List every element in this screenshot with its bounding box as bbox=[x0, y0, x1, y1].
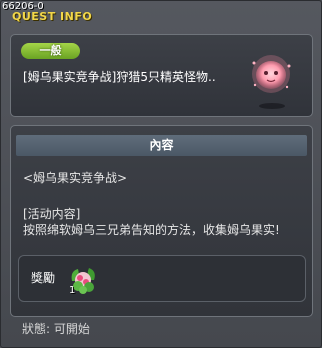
reward-quantity: 1 bbox=[69, 285, 76, 296]
quest-name: [姆乌果实竞争战]狩猎5只精英怪物.. bbox=[23, 70, 216, 84]
content-line: 按照绵软姆乌三兄弟告知的方法，收集姆乌果实! bbox=[23, 223, 280, 237]
quest-summary-panel: 一般 [姆乌果实竞争战]狩猎5只精英怪物.. bbox=[10, 34, 313, 117]
reward-label: 獎勵 bbox=[31, 271, 56, 285]
quest-content-panel: 內容 <姆乌果实竞争战> [活动内容] 按照绵软姆乌三兄弟告知的方法，收集姆乌果… bbox=[10, 125, 313, 317]
content-section-header: 內容 bbox=[16, 135, 307, 156]
quest-info-window: 66206-0 QUEST INFO 一般 [姆乌果实竞争战]狩猎5只精英怪物.… bbox=[0, 0, 322, 348]
content-line: <姆乌果实竞争战> bbox=[23, 171, 128, 185]
pink-slime-monster-icon bbox=[246, 52, 296, 116]
window-title: QUEST INFO bbox=[12, 10, 93, 23]
reward-item-slot[interactable]: 1 bbox=[66, 263, 100, 297]
content-line: [活动内容] bbox=[23, 207, 81, 221]
quest-category-badge: 一般 bbox=[21, 43, 80, 59]
quest-status: 狀態: 可開始 bbox=[22, 322, 90, 336]
reward-box: 獎勵 1 bbox=[18, 255, 306, 302]
